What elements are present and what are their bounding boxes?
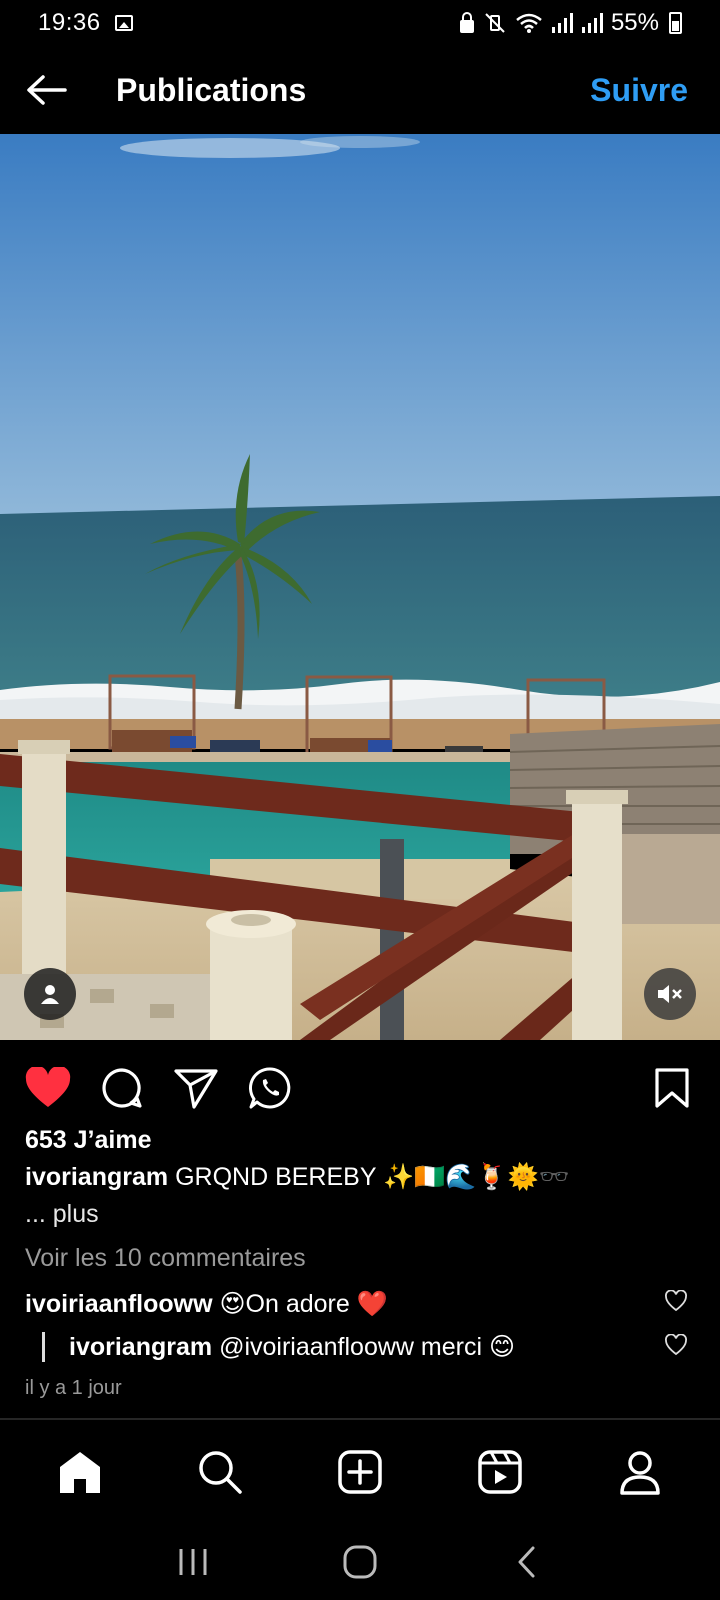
caption-text: GRQND BEREBY ✨🇨🇮🌊🍹🌞🕶️ — [175, 1163, 570, 1191]
lock-icon — [459, 12, 475, 34]
top-bar: Publications Suivre — [0, 46, 720, 134]
comment-like-icon[interactable] — [665, 1334, 687, 1356]
status-time: 19:36 — [38, 9, 101, 36]
search-icon — [199, 1451, 242, 1494]
battery-percent: 55% — [610, 9, 659, 36]
gallery-notification-icon — [114, 15, 133, 31]
battery-icon — [669, 12, 682, 34]
home-system-button[interactable] — [335, 1537, 385, 1587]
whatsapp-share-button[interactable] — [246, 1064, 294, 1112]
bookmark-icon — [655, 1068, 689, 1108]
reels-icon — [478, 1450, 522, 1494]
nav-create[interactable] — [330, 1442, 390, 1502]
recents-button[interactable] — [168, 1537, 218, 1587]
nav-search[interactable] — [190, 1442, 250, 1502]
volume-muted-icon — [658, 985, 682, 1003]
comment-reply-item: ivoriangram @ivoiriaanflooww merci 😊 — [42, 1332, 515, 1362]
mute-button[interactable] — [644, 968, 696, 1020]
bottom-navigation — [0, 1420, 720, 1524]
nav-home[interactable] — [50, 1442, 110, 1502]
beach-photo — [0, 134, 720, 1040]
nav-reels[interactable] — [470, 1442, 530, 1502]
back-button[interactable] — [24, 68, 68, 112]
page-title: Publications — [116, 71, 307, 108]
status-bar: 19:36 55% — [0, 0, 720, 46]
home-circle-icon — [343, 1545, 377, 1579]
heart-filled-icon — [25, 1067, 71, 1107]
wifi-icon — [515, 12, 543, 34]
comment-text: 😍On adore ❤️ — [219, 1290, 388, 1318]
send-icon — [174, 1069, 218, 1109]
back-system-button[interactable] — [502, 1537, 552, 1587]
comment-button[interactable] — [98, 1064, 146, 1112]
arrow-left-icon — [27, 75, 67, 105]
like-button[interactable] — [24, 1064, 72, 1112]
signal-icon-2 — [581, 12, 603, 34]
profile-icon — [620, 1451, 660, 1495]
likes-count[interactable]: 653 J’aime — [25, 1126, 152, 1155]
signal-icon — [551, 12, 573, 34]
home-icon — [60, 1452, 100, 1493]
post-timestamp: il y a 1 jour — [25, 1377, 122, 1399]
post-media[interactable] — [0, 134, 720, 1040]
comment-text: @ivoiriaanflooww merci 😊 — [219, 1333, 516, 1361]
follow-button[interactable]: Suivre — [590, 72, 688, 109]
create-icon — [338, 1450, 382, 1494]
share-button[interactable] — [172, 1064, 220, 1112]
user-tag-icon — [41, 985, 59, 1004]
more-link[interactable]: ... plus — [25, 1200, 99, 1229]
recents-icon — [179, 1549, 207, 1575]
save-button[interactable] — [648, 1064, 696, 1112]
post-caption: ivoriangram GRQND BEREBY ✨🇨🇮🌊🍹🌞🕶️ — [25, 1163, 695, 1192]
comment-like-icon[interactable] — [665, 1290, 687, 1312]
comment-item: ivoiriaanflooww 😍On adore ❤️ — [25, 1289, 388, 1319]
comment-username[interactable]: ivoiriaanflooww — [25, 1290, 213, 1318]
comment-username[interactable]: ivoriangram — [69, 1333, 212, 1361]
whatsapp-icon — [249, 1067, 291, 1109]
caption-username[interactable]: ivoriangram — [25, 1163, 168, 1191]
vibrate-mute-icon — [483, 12, 507, 34]
nav-profile[interactable] — [610, 1442, 670, 1502]
view-comments-link[interactable]: Voir les 10 commentaires — [25, 1244, 306, 1273]
post-actions — [0, 1060, 720, 1116]
back-chevron-icon — [518, 1546, 535, 1578]
comment-icon — [102, 1068, 142, 1108]
status-icons: 55% — [459, 9, 682, 37]
tagged-users-button[interactable] — [24, 968, 76, 1020]
system-navigation — [0, 1524, 720, 1600]
